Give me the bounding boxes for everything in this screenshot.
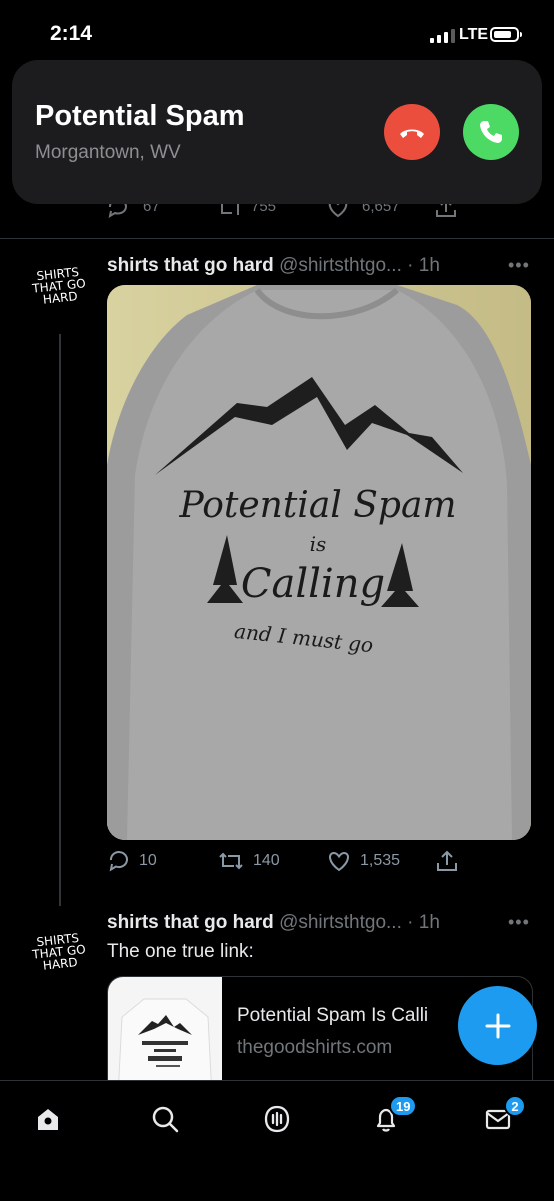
accept-call-button[interactable]	[463, 104, 519, 160]
link-thumbnail	[108, 977, 222, 1097]
retweet-button[interactable]: 140	[217, 850, 280, 872]
tweet-header[interactable]: shirts that go hard @shirtsthtgo... · 1h	[107, 255, 440, 277]
shirt-print-line-2: is	[310, 532, 327, 556]
retweet-icon	[219, 852, 243, 870]
tab-spaces[interactable]	[257, 1099, 297, 1139]
tweet-divider	[0, 238, 554, 239]
cellular-signal-icon	[430, 29, 455, 43]
hang-up-icon	[400, 129, 424, 138]
reply-button[interactable]: 10	[107, 850, 157, 872]
incoming-call-banner[interactable]: Potential Spam Morgantown, WV	[12, 60, 542, 204]
messages-badge: 2	[504, 1095, 526, 1117]
network-type: LTE	[459, 26, 489, 43]
reply-count: 10	[139, 852, 157, 869]
tweet-actions: 10 140 1,535	[107, 850, 531, 880]
compose-tweet-button[interactable]	[458, 986, 537, 1065]
author-name[interactable]: shirts that go hard	[107, 912, 274, 933]
tab-home[interactable]	[28, 1099, 68, 1139]
like-count: 1,535	[360, 852, 401, 869]
bottom-tab-bar: 19 2	[0, 1080, 554, 1201]
link-title: Potential Spam Is Calli	[237, 1005, 429, 1026]
retweet-count: 140	[253, 852, 280, 869]
author-name[interactable]: shirts that go hard	[107, 255, 274, 276]
like-button[interactable]: 1,535	[326, 850, 400, 872]
tab-search[interactable]	[145, 1099, 185, 1139]
tweet-age: · 1h	[407, 912, 440, 933]
tweet-text: The one true link:	[107, 941, 254, 962]
shirt-photo: Potential Spam is Calling and I must go	[107, 285, 531, 840]
shirt-print-line-3: Calling	[241, 561, 385, 607]
avatar[interactable]: SHIRTS THAT GO HARD	[24, 931, 93, 974]
phone-icon	[480, 121, 502, 143]
caller-location: Morgantown, WV	[35, 142, 181, 163]
tweet-photo[interactable]: Potential Spam is Calling and I must go	[107, 285, 531, 840]
link-domain: thegoodshirts.com	[237, 1037, 393, 1058]
like-icon	[329, 851, 349, 872]
avatar[interactable]: SHIRTS THAT GO HARD	[24, 265, 93, 308]
battery-icon	[490, 27, 522, 42]
share-icon	[437, 850, 457, 871]
more-options-icon[interactable]: •••	[508, 255, 530, 276]
tweet-age: · 1h	[407, 255, 440, 276]
decline-call-button[interactable]	[384, 104, 440, 160]
reply-icon	[109, 851, 128, 872]
author-handle: @shirtsthtgo...	[279, 912, 402, 933]
thread-line	[59, 334, 61, 906]
notifications-badge: 19	[389, 1095, 418, 1117]
share-button[interactable]	[434, 850, 460, 872]
spaces-icon	[264, 1105, 290, 1133]
caller-name: Potential Spam	[35, 100, 245, 132]
author-handle: @shirtsthtgo...	[279, 255, 402, 276]
status-time: 2:14	[50, 22, 93, 45]
plus-icon	[485, 1013, 510, 1038]
search-icon	[152, 1106, 179, 1133]
tweet-header[interactable]: shirts that go hard @shirtsthtgo... · 1h	[107, 912, 440, 934]
shirt-print-line-1: Potential Spam	[178, 485, 456, 526]
more-options-icon[interactable]: •••	[508, 912, 530, 933]
home-icon	[38, 1109, 58, 1130]
status-bar: 2:14 LTE	[0, 0, 554, 64]
